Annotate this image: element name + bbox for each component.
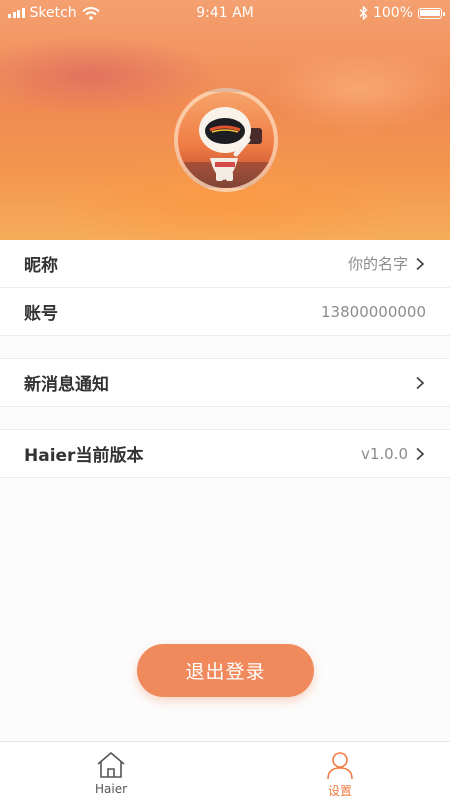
bluetooth-icon: [359, 6, 368, 20]
battery-percent: 100%: [372, 5, 413, 21]
logout-button[interactable]: 退出登录: [137, 644, 314, 697]
tab-home[interactable]: Haier: [56, 742, 166, 800]
status-bar: Sketch 9:41 AM 100%: [0, 0, 450, 28]
profile-header: Sketch 9:41 AM 100%: [0, 0, 450, 240]
notifications-row[interactable]: 新消息通知: [0, 359, 450, 407]
chevron-right-icon: [416, 257, 425, 270]
settings-list: 昵称 你的名字 账号 13800000000 新消息通知 Haier当前版本 v…: [0, 240, 450, 478]
version-label: Haier当前版本: [24, 446, 144, 466]
notifications-label: 新消息通知: [24, 375, 109, 395]
version-value: v1.0.0: [360, 444, 408, 463]
nickname-row[interactable]: 昵称 你的名字: [0, 240, 450, 288]
account-value: 13800000000: [321, 302, 426, 321]
astronaut-avatar-icon: [178, 107, 274, 188]
battery-icon: [418, 7, 445, 19]
chevron-right-icon: [416, 376, 425, 389]
tab-settings[interactable]: 设置: [285, 742, 395, 800]
version-row[interactable]: Haier当前版本 v1.0.0: [0, 430, 450, 478]
home-icon: [97, 752, 125, 778]
tab-home-label: Haier: [94, 782, 128, 796]
chevron-right-icon: [416, 447, 425, 460]
avatar[interactable]: [174, 88, 278, 192]
section-divider: [0, 336, 450, 359]
tab-bar: Haier 设置: [0, 741, 450, 800]
tab-settings-label: 设置: [327, 784, 352, 798]
nickname-label: 昵称: [24, 256, 58, 276]
account-label: 账号: [24, 304, 58, 324]
nickname-value: 你的名字: [347, 255, 408, 273]
section-divider: [0, 407, 450, 430]
user-icon: [327, 752, 353, 780]
account-row: 账号 13800000000: [0, 288, 450, 336]
